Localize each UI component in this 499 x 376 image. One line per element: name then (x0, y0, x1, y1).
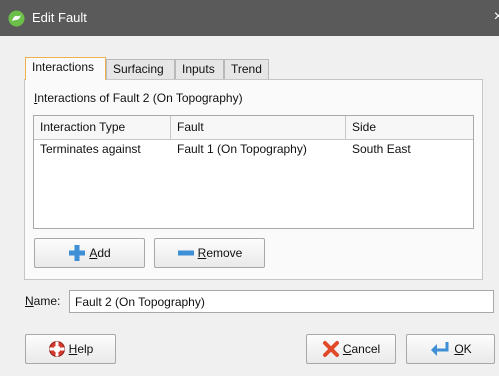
tab-surfacing[interactable]: Surfacing (106, 59, 175, 79)
title-bar: Edit Fault × (0, 0, 499, 36)
cancel-button-label: Cancel (342, 342, 381, 356)
name-label: Name: (25, 294, 61, 308)
column-header-fault[interactable]: Fault (171, 116, 346, 139)
cell-interaction-type: Terminates against (40, 142, 141, 156)
minus-icon (177, 250, 194, 256)
cell-fault: Fault 1 (On Topography) (177, 142, 307, 156)
table-row[interactable]: Terminates against Fault 1 (On Topograph… (34, 140, 473, 160)
name-input[interactable] (69, 290, 494, 313)
plus-icon (69, 245, 86, 261)
ok-button-label: OK (454, 342, 472, 356)
column-header-side[interactable]: Side (346, 116, 473, 139)
table-header: Interaction Type Fault Side (34, 116, 473, 140)
interactions-table[interactable]: Interaction Type Fault Side Terminates a… (33, 115, 474, 229)
column-header-interaction-type[interactable]: Interaction Type (34, 116, 171, 139)
leapfrog-app-icon (8, 10, 25, 27)
add-button-label: Add (89, 246, 111, 260)
add-button[interactable]: Add (34, 238, 145, 268)
window-title: Edit Fault (32, 10, 87, 25)
cancel-x-icon (322, 341, 339, 357)
help-button[interactable]: Help (25, 334, 116, 364)
edit-fault-dialog: Edit Fault × Interactions Surfacing Inpu… (0, 0, 499, 376)
interactions-section-label: Interactions of Fault 2 (On Topography) (34, 91, 243, 105)
tab-inputs[interactable]: Inputs (175, 59, 224, 79)
remove-button-label: Remove (197, 246, 243, 260)
close-icon[interactable]: × (494, 8, 499, 26)
tab-trend[interactable]: Trend (224, 59, 269, 79)
cancel-button[interactable]: Cancel (306, 334, 396, 364)
help-button-label: Help (68, 342, 94, 356)
lifebuoy-icon (48, 341, 65, 357)
remove-button[interactable]: Remove (154, 238, 265, 268)
ok-button[interactable]: OK (406, 334, 495, 364)
return-arrow-icon (431, 342, 449, 356)
tab-interactions[interactable]: Interactions (25, 57, 106, 80)
cell-side: South East (352, 142, 411, 156)
